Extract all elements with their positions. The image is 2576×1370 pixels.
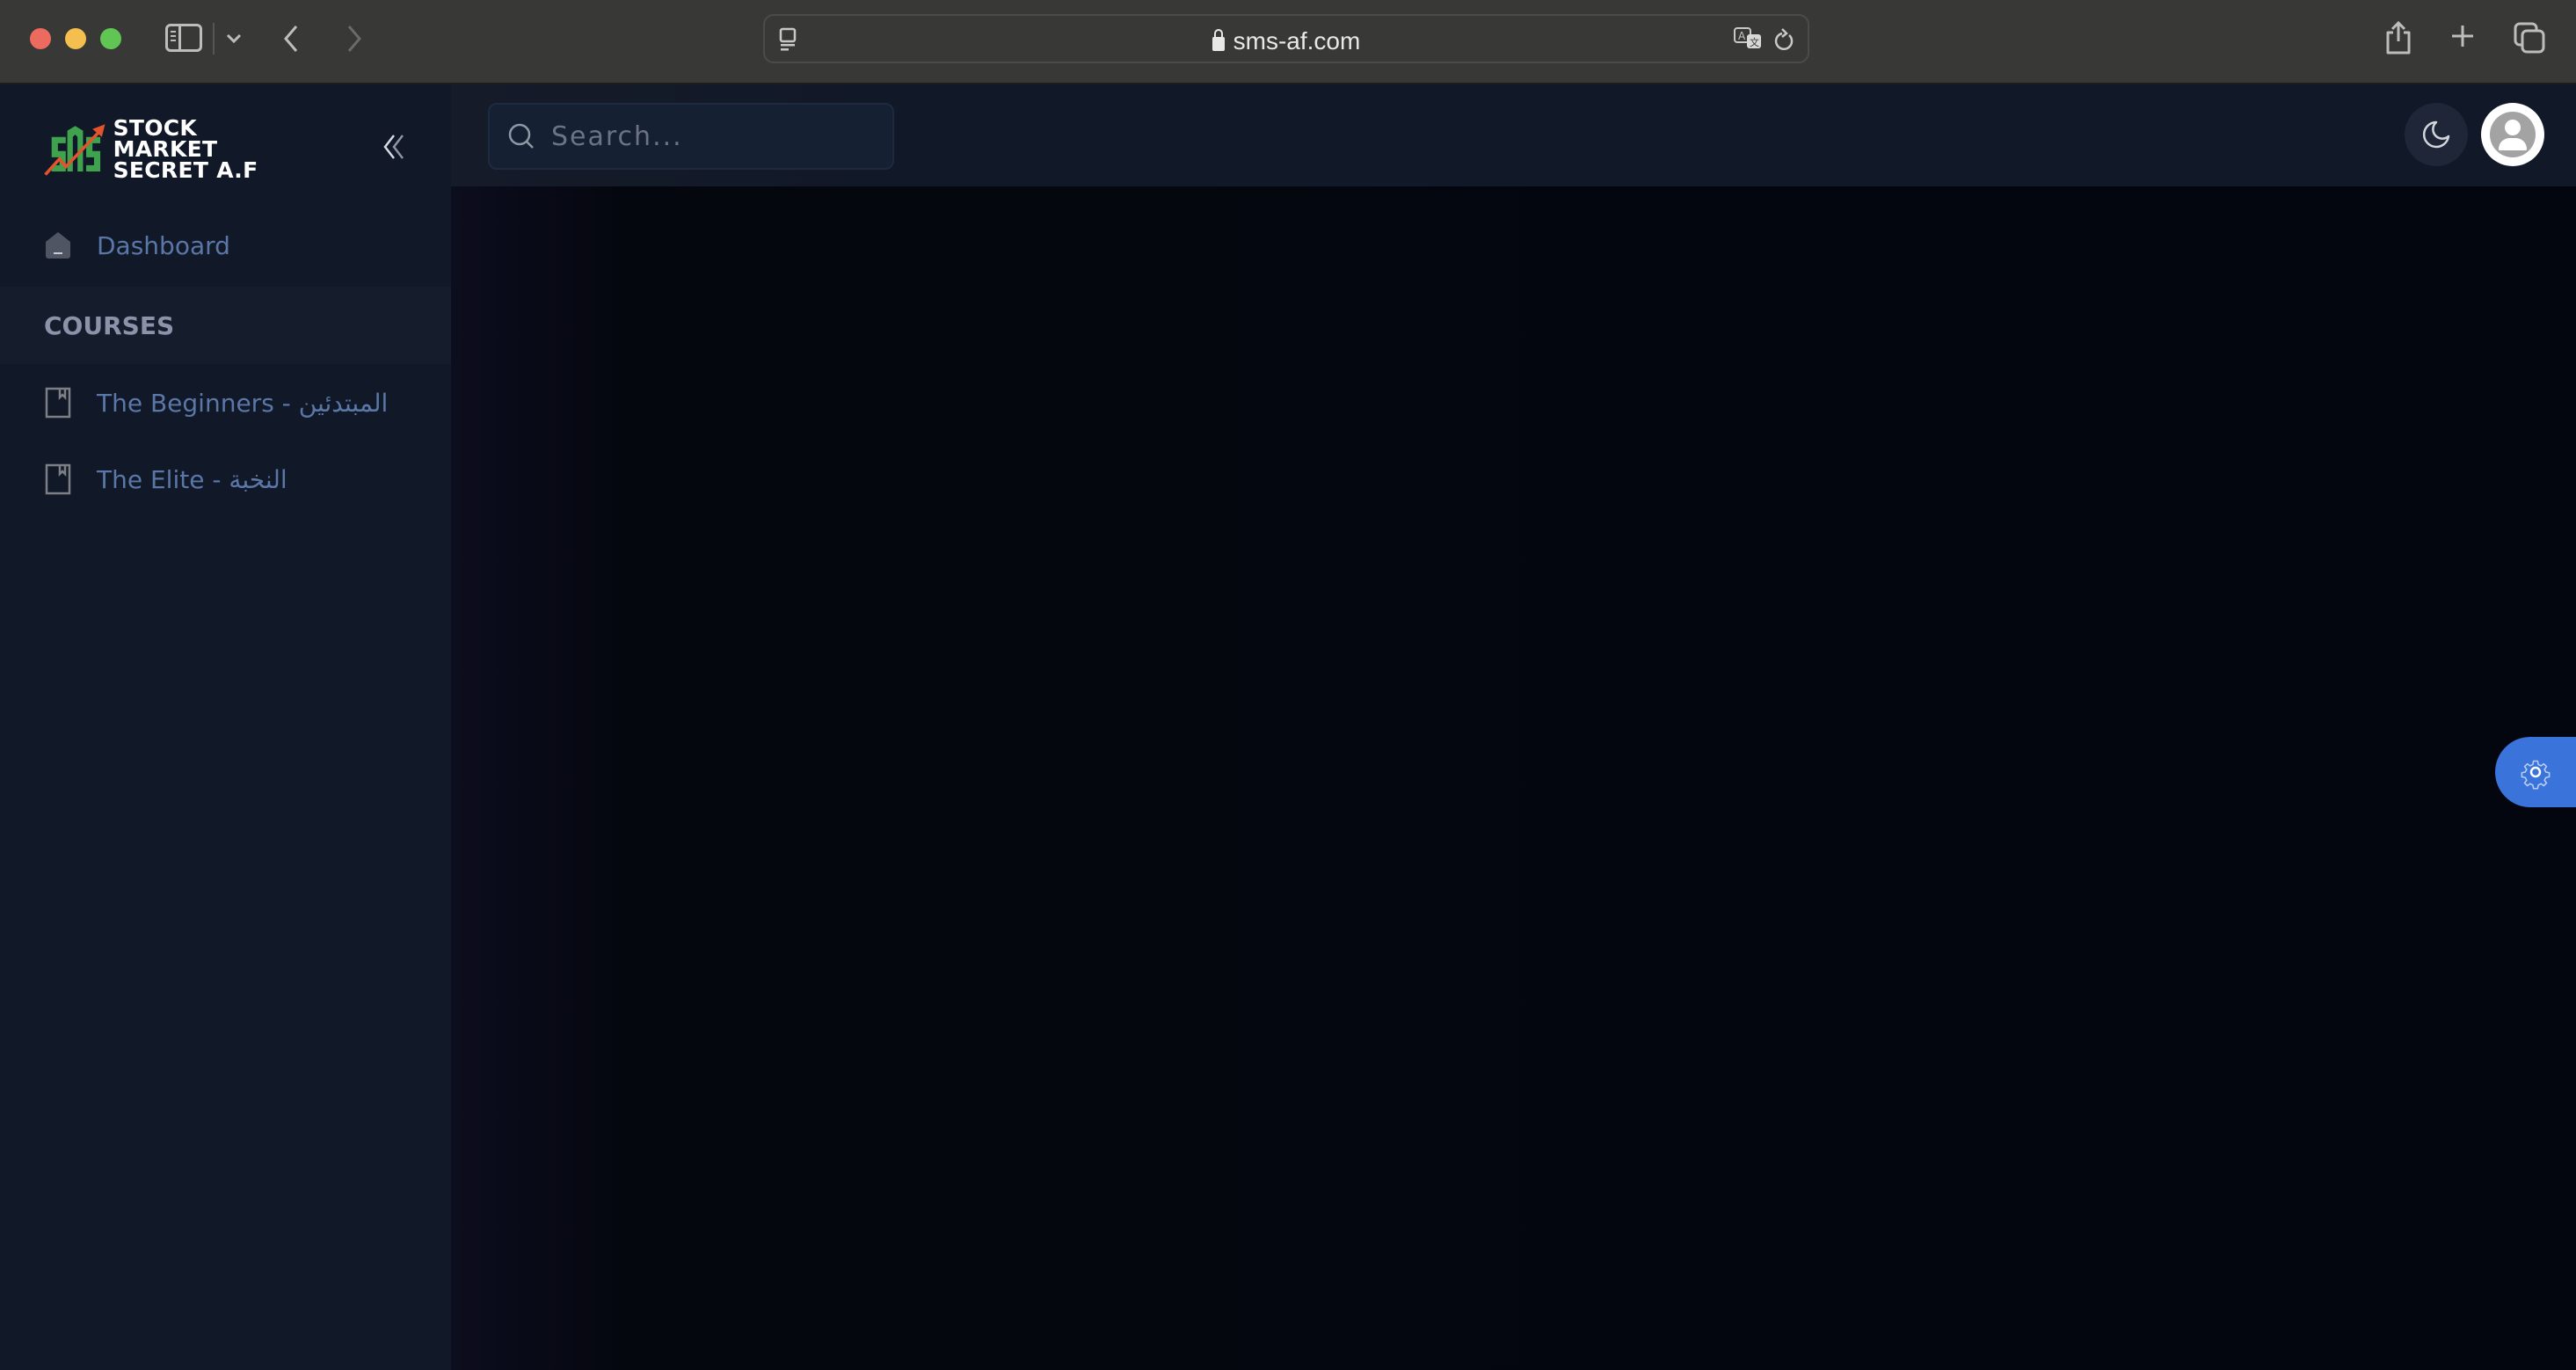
new-tab-icon[interactable] [2449, 23, 2476, 49]
search-box[interactable] [488, 103, 894, 170]
sidebar-item-course-beginners[interactable]: The Beginners - المبتدئين [0, 368, 451, 437]
section-header-courses: COURSES [0, 287, 451, 364]
section-title: COURSES [44, 310, 175, 340]
theme-toggle-button[interactable] [2405, 103, 2468, 166]
moon-icon [2422, 120, 2450, 149]
back-icon[interactable] [280, 21, 302, 56]
sms-logo-icon [44, 124, 106, 176]
collapse-sidebar-button[interactable] [380, 132, 410, 167]
sidebar-item-label: Dashboard [97, 230, 230, 260]
lock-icon [1212, 29, 1225, 51]
chevron-down-icon[interactable] [223, 25, 244, 53]
toolbar-divider [213, 23, 215, 55]
zoom-window-button[interactable] [100, 28, 121, 49]
double-chevron-left-icon [383, 135, 404, 159]
address-bar[interactable]: sms-af.com A文 [763, 14, 1809, 63]
sidebar-item-label: The Elite - النخبة [97, 464, 287, 494]
main-content [451, 186, 2576, 1370]
svg-text:A: A [1738, 30, 1746, 42]
sidebar-toggle-icon[interactable] [165, 24, 202, 52]
gear-icon [2521, 760, 2551, 790]
browser-toolbar: sms-af.com A文 [0, 0, 2576, 84]
svg-text:文: 文 [1750, 36, 1759, 48]
top-header [451, 84, 2576, 186]
sidebar-item-course-elite[interactable]: The Elite - النخبة [0, 445, 451, 514]
url-text: sms-af.com [1233, 27, 1361, 55]
url-display: sms-af.com [765, 27, 1808, 55]
search-input[interactable] [551, 105, 877, 168]
user-avatar-button[interactable] [2481, 103, 2544, 166]
reload-icon[interactable] [1771, 26, 1797, 55]
brand-logo[interactable]: STOCK MARKET SECRET A.F [42, 116, 288, 183]
sidebar: STOCK MARKET SECRET A.F Dashboard COURSE… [0, 84, 451, 1370]
book-icon [45, 463, 71, 495]
forward-icon[interactable] [343, 21, 366, 56]
brand-name: STOCK MARKET SECRET A.F [113, 115, 288, 183]
search-icon [508, 123, 534, 149]
close-window-button[interactable] [30, 28, 51, 49]
minimize-window-button[interactable] [65, 28, 86, 49]
tabs-overview-icon[interactable] [2513, 21, 2546, 55]
translate-icon[interactable]: A文 [1732, 25, 1767, 55]
sidebar-item-dashboard[interactable]: Dashboard [0, 211, 451, 280]
settings-floating-button[interactable] [2495, 737, 2576, 807]
share-icon[interactable] [2383, 19, 2414, 56]
home-icon [46, 232, 70, 259]
user-icon [2490, 112, 2536, 157]
sidebar-item-label: The Beginners - المبتدئين [97, 388, 389, 418]
brand-line-2: SECRET A.F [113, 157, 258, 183]
book-icon [45, 387, 71, 419]
brand-line-1: STOCK MARKET [113, 115, 218, 162]
